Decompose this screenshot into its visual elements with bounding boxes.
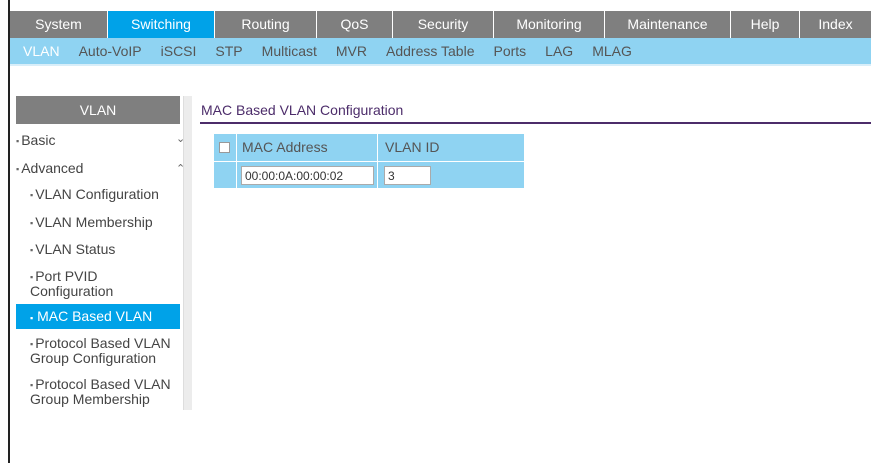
sidebar-item-label: Protocol Based VLAN [35,376,171,392]
sidebar-item-protocol-group-membership[interactable]: ▪ Protocol Based VLAN Group Membership [30,377,180,406]
tab-system[interactable]: System [10,11,108,38]
sidebar-item-label: Basic [21,132,56,148]
subtab-multicast[interactable]: Multicast [262,43,317,59]
subtab-iscsi[interactable]: iSCSI [161,43,197,59]
sub-nav: VLAN Auto-VoIP iSCSI STP Multicast MVR A… [10,38,871,64]
bullet-icon: ▪ [30,313,34,323]
sidebar-item-port-pvid-configuration[interactable]: ▪ Port PVID Configuration [30,269,180,298]
tab-routing[interactable]: Routing [215,11,317,38]
bullet-icon: ▪ [30,190,34,201]
sidebar-item-label: VLAN Configuration [35,186,159,202]
tab-security[interactable]: Security [393,11,494,38]
sidebar-item-label: Group Membership [30,391,150,408]
sidebar-item-mac-based-vlan[interactable]: ▪ MAC Based VLAN [16,304,180,329]
subtab-address-table[interactable]: Address Table [386,43,474,59]
mac-vlan-table: MAC Address VLAN ID [214,134,524,188]
table-col-divider [377,134,378,188]
sidebar-item-label: Advanced [21,160,84,176]
subtab-mlag[interactable]: MLAG [592,43,632,59]
subtab-auto-voip[interactable]: Auto-VoIP [79,43,142,59]
select-all-checkbox[interactable] [219,142,230,153]
subtab-mvr[interactable]: MVR [336,43,367,59]
sidebar-title: VLAN [16,96,180,124]
sidebar-item-vlan-membership[interactable]: ▪ VLAN Membership [30,215,180,230]
window-left-border [0,0,10,463]
bullet-icon: ▪ [30,218,34,229]
sidebar-item-protocol-group-configuration[interactable]: ▪ Protocol Based VLAN Group Configuration [30,336,180,365]
tab-help[interactable]: Help [731,11,800,38]
tab-maintenance[interactable]: Maintenance [605,11,731,38]
subtab-lag[interactable]: LAG [545,43,573,59]
sidebar-item-label: VLAN Membership [35,214,153,230]
top-nav: System Switching Routing QoS Security Mo… [10,11,871,38]
subtab-ports[interactable]: Ports [493,43,526,59]
table-col-divider [236,134,237,188]
bullet-icon: ▪ [30,245,34,256]
sidebar-item-advanced[interactable]: ▪ Advanced ⌃ [16,160,185,176]
sidebar: VLAN ▪ Basic ⌄ ▪ Advanced ⌃ ▪ VLAN Configur… [10,96,193,410]
bullet-icon: ▪ [30,339,34,350]
sidebar-item-label: Protocol Based VLAN [35,335,171,351]
sidebar-item-label: Configuration [30,283,114,300]
column-header-vlan-id: VLAN ID [385,139,440,155]
tab-index[interactable]: Index [800,11,871,38]
tab-monitoring[interactable]: Monitoring [494,11,605,38]
tab-qos[interactable]: QoS [317,11,393,38]
sidebar-item-basic[interactable]: ▪ Basic ⌄ [16,132,185,148]
bullet-icon: ▪ [30,272,34,283]
table-row-divider [214,161,524,162]
sidebar-item-label: MAC Based VLAN [37,308,153,324]
subtab-vlan[interactable]: VLAN [23,43,60,59]
sidebar-item-label: VLAN Status [35,241,116,257]
bullet-icon: ▪ [30,380,34,391]
chevron-down-icon[interactable]: ⌄ [176,132,185,145]
column-header-mac-address: MAC Address [242,139,328,155]
sidebar-item-vlan-status[interactable]: ▪ VLAN Status [30,242,180,257]
sidebar-item-label: Port PVID [35,268,98,284]
bullet-icon: ▪ [16,136,20,147]
bullet-icon: ▪ [16,164,20,175]
vlan-id-input[interactable] [384,166,431,185]
subtab-stp[interactable]: STP [215,43,242,59]
page-title: MAC Based VLAN Configuration [201,102,404,118]
tab-switching[interactable]: Switching [108,11,215,38]
sidebar-item-vlan-configuration[interactable]: ▪ VLAN Configuration [30,187,180,202]
sidebar-item-label: Group Configuration [30,350,157,367]
mac-address-input[interactable] [241,166,374,185]
subnav-divider [10,64,871,66]
chevron-up-icon[interactable]: ⌃ [176,162,185,175]
title-underline [200,122,871,124]
